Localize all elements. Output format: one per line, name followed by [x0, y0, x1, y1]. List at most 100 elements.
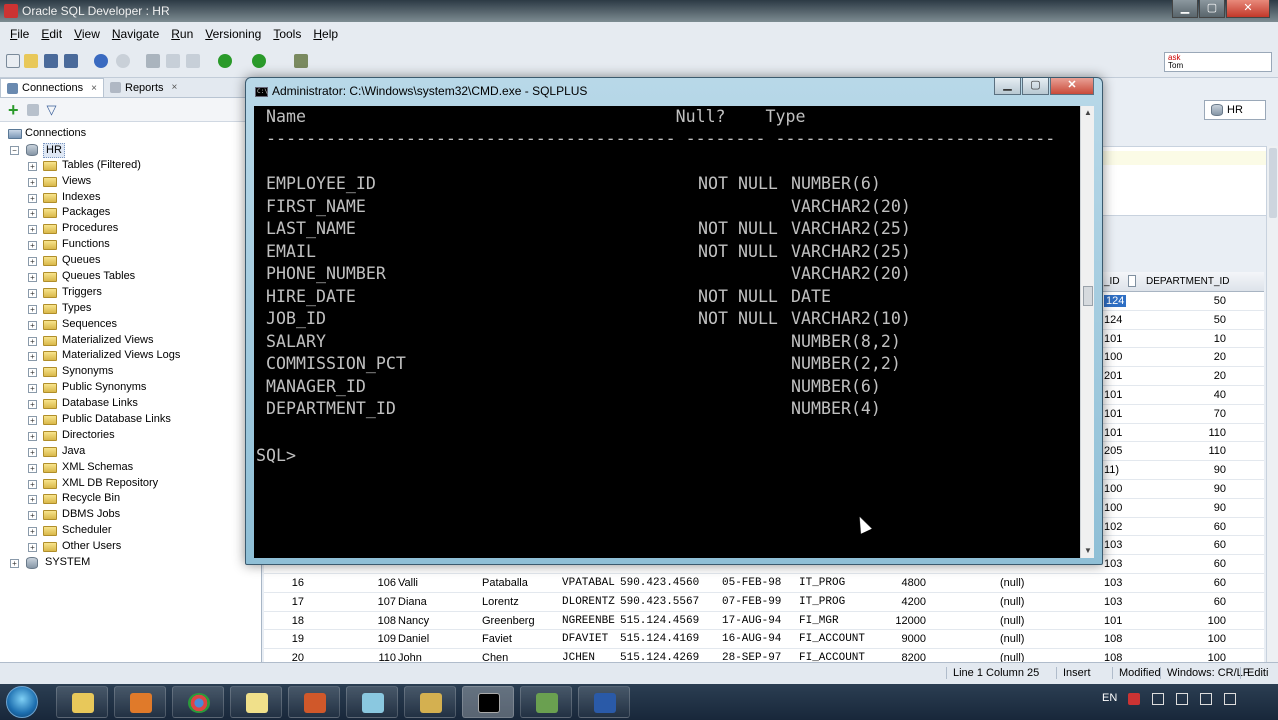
tree-node[interactable]: + Types	[0, 301, 261, 317]
redo-icon[interactable]	[116, 54, 130, 68]
expand-icon[interactable]: +	[28, 527, 37, 537]
expand-icon[interactable]: +	[28, 209, 37, 219]
cell-manager-id[interactable]: 103	[1104, 558, 1122, 570]
cell-phone[interactable]: 515.124.4269	[620, 652, 699, 662]
monitor-icon[interactable]	[1200, 693, 1212, 705]
cell-department-id[interactable]: 50	[1164, 314, 1226, 326]
cell-hire-date[interactable]: 16-AUG-94	[722, 633, 781, 645]
table-row[interactable]: 16 106 Valli Pataballa VPATABAL 590.423.4560 0…	[264, 574, 1264, 593]
expand-icon[interactable]: +	[28, 193, 37, 203]
cell-manager-id[interactable]: 101	[1104, 389, 1122, 401]
cell-last-name[interactable]: Greenberg	[482, 615, 535, 627]
tree-node[interactable]: + Public Synonyms	[0, 380, 261, 396]
taskbar-notes[interactable]	[230, 686, 282, 718]
cell-first-name[interactable]: John	[398, 652, 422, 662]
cell-manager-id[interactable]: 100	[1104, 502, 1122, 514]
connection-selector[interactable]: HR	[1204, 100, 1266, 120]
cell-manager-id[interactable]: 205	[1104, 445, 1122, 457]
column-header-department-id[interactable]: DEPARTMENT_ID	[1146, 276, 1230, 287]
tree-node[interactable]: + XML DB Repository	[0, 476, 261, 492]
open-folder-icon[interactable]	[24, 54, 38, 68]
save-all-icon[interactable]	[64, 54, 78, 68]
cell-hire-date[interactable]: 05-FEB-98	[722, 577, 781, 589]
cell-department-id[interactable]: 100	[1164, 633, 1226, 645]
expand-icon[interactable]: +	[28, 320, 37, 330]
taskbar-word[interactable]	[578, 686, 630, 718]
expand-icon[interactable]: +	[28, 384, 37, 394]
tree-node[interactable]: + Synonyms	[0, 364, 261, 380]
maximize-button[interactable]: ▢	[1199, 0, 1225, 18]
cell-department-id[interactable]: 20	[1164, 351, 1226, 363]
cmd-minimize-button[interactable]: ▁	[994, 78, 1021, 95]
tray-app-icon[interactable]	[1128, 693, 1140, 705]
tree-node[interactable]: + DBMS Jobs	[0, 507, 261, 523]
tree-node[interactable]: + Procedures	[0, 221, 261, 237]
tree-connection-hr[interactable]: − HR	[0, 142, 261, 158]
tree-node[interactable]: + Triggers	[0, 285, 261, 301]
cell-manager-id[interactable]: 101	[1104, 615, 1122, 627]
taskbar-app[interactable]	[346, 686, 398, 718]
tree-connections-root[interactable]: Connections	[0, 126, 261, 142]
expand-icon[interactable]: +	[28, 463, 37, 473]
table-row[interactable]: 20 110 John Chen JCHEN 515.124.4269 28-SEP-97 F…	[264, 649, 1264, 662]
expand-icon[interactable]: +	[28, 368, 37, 378]
cell-department-id[interactable]: 60	[1164, 596, 1226, 608]
tree-node[interactable]: + XML Schemas	[0, 460, 261, 476]
cell-commission[interactable]: (null)	[1000, 596, 1024, 608]
cell-manager-id[interactable]: 100	[1104, 483, 1122, 495]
tab-reports[interactable]: Reports ×	[104, 78, 183, 97]
close-button[interactable]: ✕	[1226, 0, 1270, 18]
cmd-close-button[interactable]: ✕	[1050, 78, 1094, 95]
cell-phone[interactable]: 515.124.4169	[620, 633, 699, 645]
expand-icon[interactable]: +	[28, 447, 37, 457]
tree-node[interactable]: + Materialized Views Logs	[0, 348, 261, 364]
tree-node[interactable]: + Queues Tables	[0, 269, 261, 285]
forward-icon[interactable]	[252, 54, 266, 68]
cell-job-id[interactable]: FI_ACCOUNT	[799, 633, 865, 645]
tree-node[interactable]: + Scheduler	[0, 523, 261, 539]
refresh-icon[interactable]	[26, 103, 39, 116]
console-output[interactable]: Name Null? Type ------------------------…	[254, 106, 1080, 558]
taskbar-powerpoint[interactable]	[288, 686, 340, 718]
expand-icon[interactable]: +	[28, 352, 37, 362]
tree-node[interactable]: + Java	[0, 444, 261, 460]
column-sort-icon[interactable]	[1128, 275, 1136, 287]
editor-scrollbar[interactable]	[1266, 146, 1278, 662]
cell-hire-date[interactable]: 07-FEB-99	[722, 596, 781, 608]
cell-employee-id[interactable]: 110	[364, 652, 396, 662]
close-tab-icon[interactable]: ×	[91, 83, 97, 94]
cell-department-id[interactable]: 110	[1164, 445, 1226, 457]
cell-manager-id[interactable]: 11)	[1104, 464, 1119, 476]
cell-manager-id[interactable]: 108	[1104, 633, 1122, 645]
cell-commission[interactable]: (null)	[1000, 615, 1024, 627]
filter-icon[interactable]: ▽	[47, 102, 57, 118]
cell-department-id[interactable]: 100	[1164, 652, 1226, 662]
cell-employee-id[interactable]: 108	[364, 615, 396, 627]
cell-phone[interactable]: 590.423.5567	[620, 596, 699, 608]
cell-manager-id[interactable]: 101	[1104, 333, 1122, 345]
expand-icon[interactable]: +	[28, 225, 37, 235]
expand-icon[interactable]: +	[28, 241, 37, 251]
save-icon[interactable]	[44, 54, 58, 68]
close-tab-icon[interactable]: ×	[172, 82, 178, 93]
cell-email[interactable]: DFAVIET	[562, 633, 608, 645]
table-row[interactable]: 17 107 Diana Lorentz DLORENTZ 590.423.5567 07-…	[264, 593, 1264, 612]
tree-node[interactable]: + Public Database Links	[0, 412, 261, 428]
cell-department-id[interactable]: 50	[1164, 295, 1226, 307]
cell-salary[interactable]: 4800	[864, 577, 926, 589]
cell-manager-id[interactable]: 124	[1104, 295, 1127, 307]
column-header-manager-id[interactable]: _ID	[1104, 276, 1120, 287]
cell-last-name[interactable]: Lorentz	[482, 596, 519, 608]
expand-icon[interactable]: +	[28, 511, 37, 521]
cell-department-id[interactable]: 100	[1164, 615, 1226, 627]
cell-manager-id[interactable]: 201	[1104, 370, 1122, 382]
ask-tom-search-input[interactable]: ask Tom	[1164, 52, 1272, 72]
cell-salary[interactable]: 9000	[864, 633, 926, 645]
menu-edit[interactable]: Edit	[35, 22, 68, 46]
cell-salary[interactable]: 12000	[864, 615, 926, 627]
scroll-down-icon[interactable]: ▼	[1081, 544, 1095, 558]
tree-node[interactable]: + Materialized Views	[0, 333, 261, 349]
tree-node[interactable]: + Recycle Bin	[0, 491, 261, 507]
sql-worksheet-icon[interactable]	[294, 54, 308, 68]
menu-navigate[interactable]: Navigate	[106, 22, 165, 46]
